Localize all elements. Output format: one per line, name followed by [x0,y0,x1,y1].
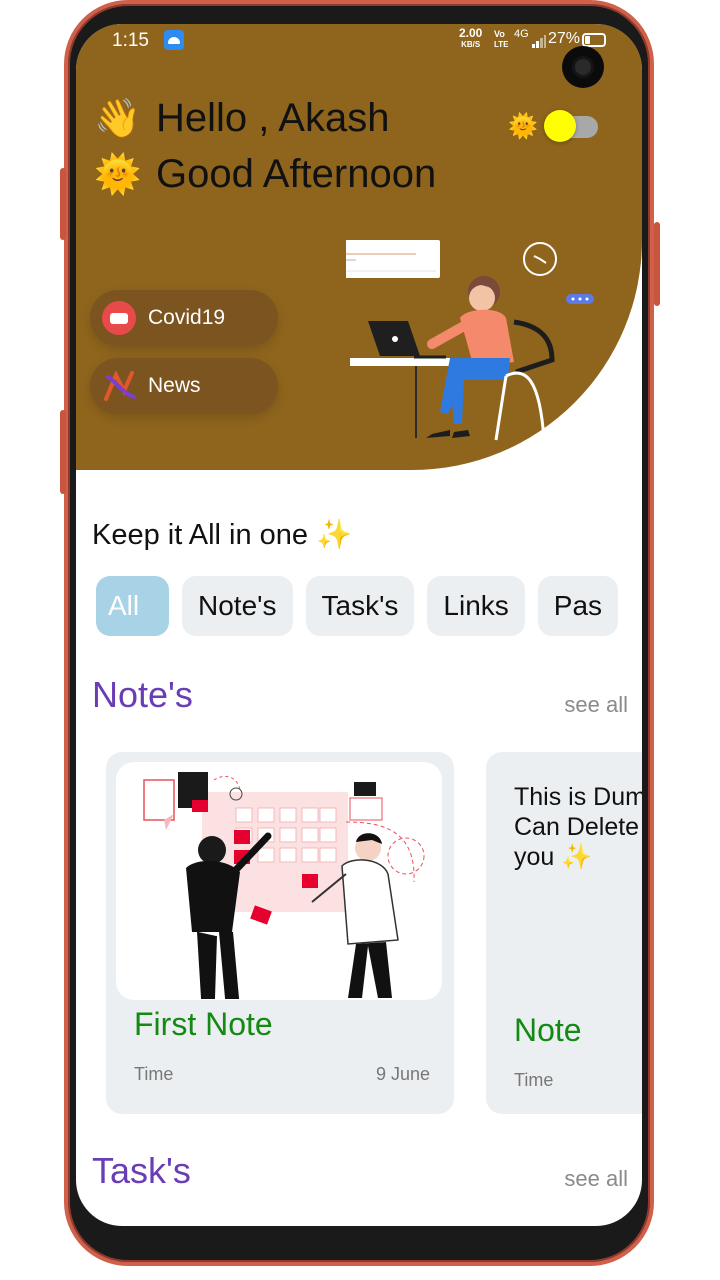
sun-small-icon: 🌞 [508,112,538,140]
notes-see-all-link[interactable]: see all [564,692,628,718]
greeting-line: 👋 Hello , Akash [94,96,389,141]
note-body-line: you ✨ [514,843,593,871]
note-body-line: Can Delete [514,813,640,841]
note-card-time-label: Time [514,1070,554,1090]
note-card[interactable]: This is Dum Can Delete you ✨ Note Time [486,752,642,1114]
tasks-section-title: Task's [92,1150,191,1191]
net-speed-value: 2.00 [459,26,483,40]
app-screen: 1:15 2.00 KB/S Vo LTE 4G 27% 👋 Hello , A… [76,24,642,1226]
filter-chip-passwords[interactable]: Pas [537,576,619,636]
filter-chip-links[interactable]: Links [427,576,525,636]
android-notification-icon [164,30,184,50]
network-type: 4G [514,28,529,40]
note-card-body: This is Dum Can Delete you ✨ [514,782,642,872]
battery-icon [582,33,606,47]
time-greeting-line: 🌞 Good Afternoon [94,152,436,197]
news-button[interactable]: News [90,358,278,414]
theme-toggle[interactable]: 🌞 [508,110,598,142]
note-body-line: This is Dum [514,783,642,811]
mask-icon [102,301,136,335]
volte-bottom: LTE [494,40,509,49]
covid19-button[interactable]: Covid19 [90,290,278,346]
time-greeting-text: Good Afternoon [156,152,437,196]
net-speed: 2.00 KB/S [459,26,483,50]
volte-indicator: Vo LTE [494,29,509,50]
switch-knob [543,110,576,142]
net-speed-unit: KB/S [461,40,481,49]
note-card-title: Note [514,1012,582,1048]
sun-icon: 🌞 [94,153,142,196]
note-card-date: 9 June [375,1064,430,1084]
notes-section-title: Note's [92,674,193,715]
volume-up-button [60,168,66,240]
news-logo-icon [102,369,138,403]
waving-hand-icon: 👋 [94,97,142,140]
signal-icon [532,34,546,48]
working-woman-illustration [346,240,594,441]
status-time: 1:15 [112,30,149,51]
tagline: Keep it All in one ✨ [92,519,353,551]
news-label: News [148,374,201,397]
header-panel: 1:15 2.00 KB/S Vo LTE 4G 27% 👋 Hello , A… [76,24,642,470]
greeting-text: Hello , Akash [156,96,390,140]
filter-chip-all[interactable]: All [96,576,169,636]
front-camera [562,46,604,88]
filter-chip-tasks[interactable]: Task's [305,576,415,636]
covid19-label: Covid19 [148,306,226,329]
volume-down-button [60,410,66,494]
status-bar: 1:15 2.00 KB/S Vo LTE 4G 27% [76,24,642,58]
tasks-see-all-link[interactable]: see all [564,1166,628,1192]
filter-chip-row[interactable]: All Note's Task's Links Pas [96,576,642,636]
note-card[interactable]: First Note Time 9 June [106,752,454,1114]
volte-top: Vo [494,29,505,39]
note-card-image [116,762,442,1000]
note-card-time-label: Time [134,1064,174,1084]
note-card-title: First Note [134,1006,273,1042]
battery-percent: 27% [548,30,581,47]
power-button [654,222,660,306]
filter-chip-notes[interactable]: Note's [182,576,293,636]
team-planning-illustration [143,772,425,999]
theme-switch[interactable] [543,110,598,142]
